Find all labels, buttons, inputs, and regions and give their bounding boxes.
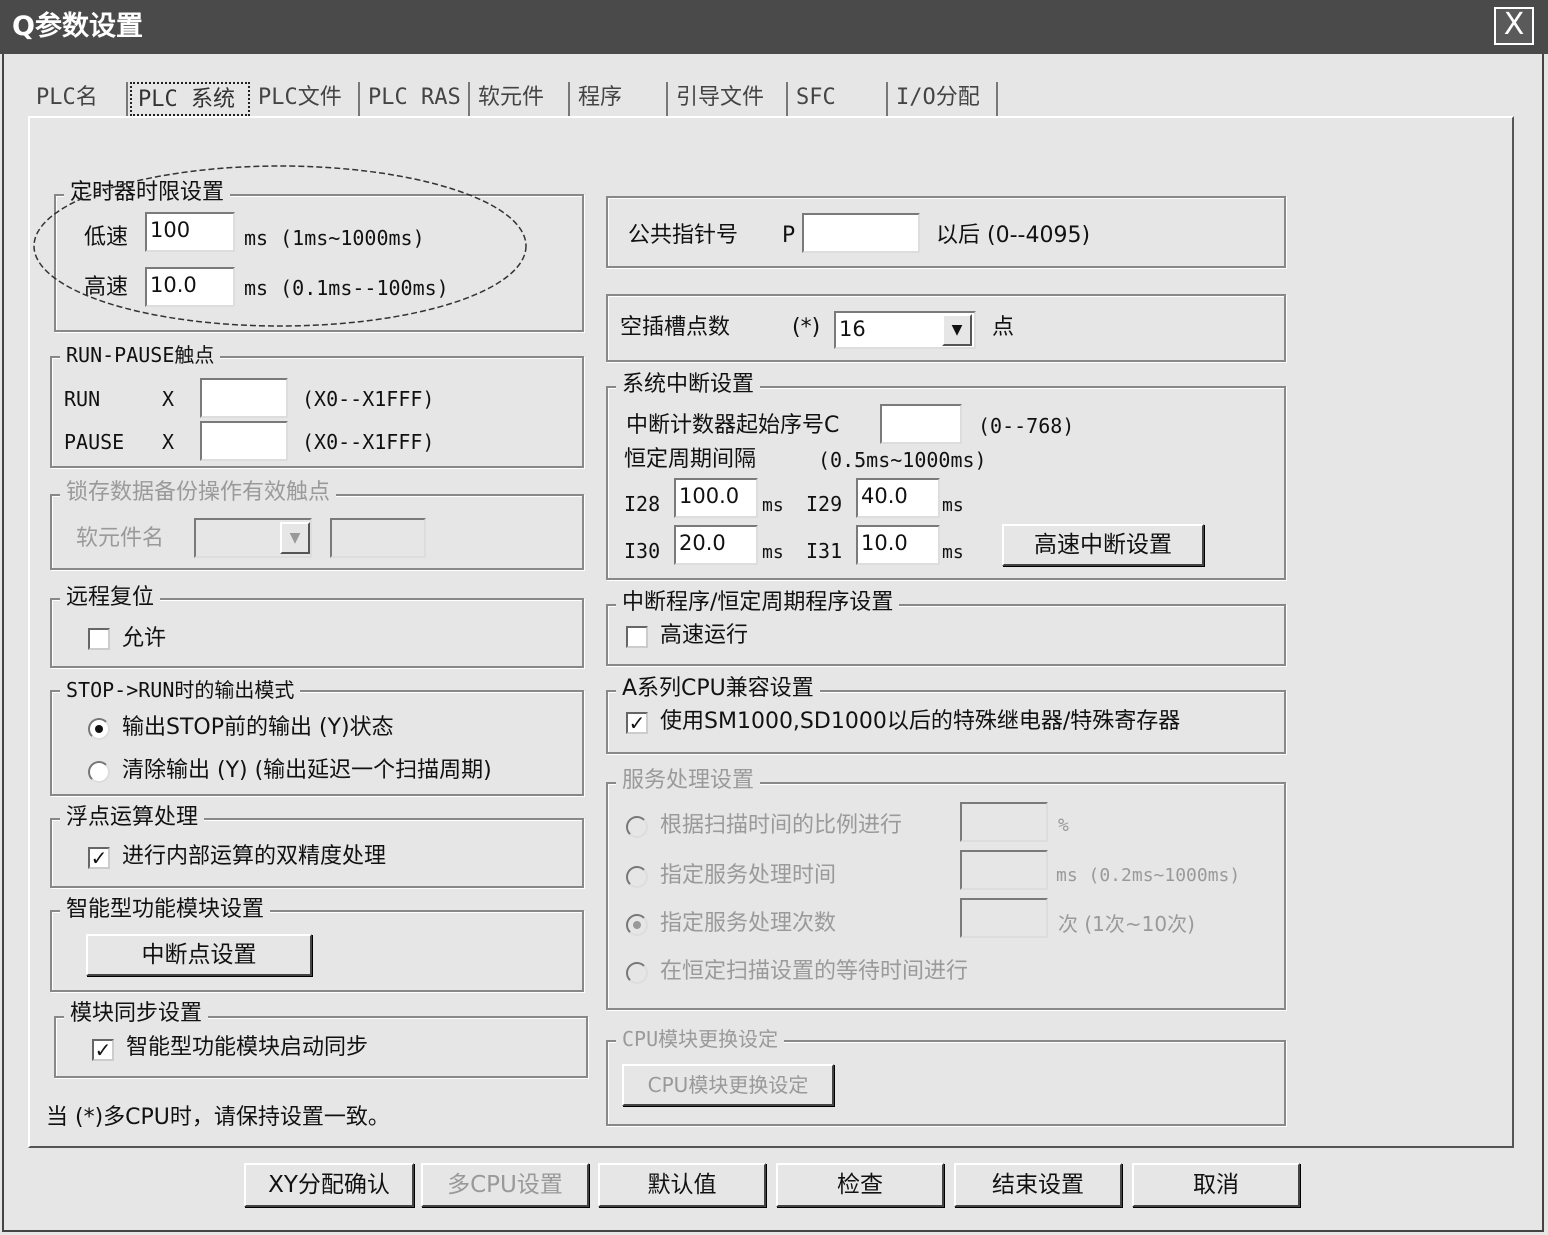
chevron-down-icon[interactable]: ▼ [280,522,310,554]
i28-ms: ms [762,495,784,516]
a-series-checkbox[interactable]: ✓ [626,712,648,734]
intelligent-title: 智能型功能模块设置 [60,897,271,923]
tab-sfc[interactable]: SFC [790,82,888,116]
window-title: Q参数设置 [12,11,143,42]
pause-label: PAUSE [64,430,125,454]
finish-settings-button[interactable]: 结束设置 [954,1163,1122,1207]
service-option-wait-label: 在恒定扫描设置的等待时间进行 [660,959,969,984]
high-speed-run-label: 高速运行 [660,623,749,648]
default-button[interactable]: 默认值 [598,1163,766,1207]
tab-boot-file[interactable]: 引导文件 [670,82,788,116]
high-speed-interrupt-button[interactable]: 高速中断设置 [1002,524,1204,566]
service-option-ratio[interactable] [626,816,648,838]
pause-x-label: X [162,430,175,454]
multi-cpu-note: 当 (*)多CPU时，请保持设置一致。 [46,1105,390,1130]
run-range: (X0--X1FFF) [302,387,435,411]
highlight-ellipse [33,165,527,327]
run-x-label: X [162,387,175,411]
stop-run-title: STOP->RUN时的输出模式 [60,677,301,703]
sync-option-label: 智能型功能模块启动同步 [126,1035,369,1060]
int-program-title: 中断程序/恒定周期程序设置 [616,590,900,616]
i29-input[interactable]: 40.0 [856,478,940,518]
a-series-title: A系列CPU兼容设置 [616,676,820,702]
remote-reset-checkbox[interactable] [88,628,110,650]
service-title: 服务处理设置 [616,768,761,794]
cancel-button[interactable]: 取消 [1132,1163,1300,1207]
pointer-range: 以后 (0--4095) [936,223,1091,248]
stop-run-option-keep[interactable] [88,718,110,740]
service-count-unit: 次 (1次~10次) [1058,912,1195,936]
i31-ms: ms [942,542,964,563]
pause-range: (X0--X1FFF) [302,430,435,454]
latch-device-number[interactable] [330,518,426,558]
service-ratio-unit: % [1058,815,1069,836]
stop-run-option-clear-label: 清除输出 (Y) (输出延迟一个扫描周期) [122,758,492,783]
i28-label: I28 [624,492,661,516]
tab-io-assignment[interactable]: I/O分配 [890,82,998,116]
close-button[interactable]: X [1494,7,1534,45]
tab-plc-file[interactable]: PLC文件 [252,82,360,116]
remote-reset-title: 远程复位 [60,585,161,611]
title-bar [0,0,1548,54]
float-checkbox[interactable]: ✓ [88,847,110,869]
interrupt-counter-input[interactable] [880,404,962,444]
run-pause-title: RUN-PAUSE触点 [60,342,221,368]
pointer-label: 公共指针号 [628,223,739,248]
service-count-input[interactable] [960,898,1048,938]
tab-program[interactable]: 程序 [572,82,668,116]
cpu-replace-button[interactable]: CPU模块更换设定 [622,1064,834,1106]
i28-input[interactable]: 100.0 [674,478,758,518]
empty-slot-unit: 点 [992,315,1015,340]
tab-device[interactable]: 软元件 [472,82,570,116]
pointer-input[interactable] [802,213,920,253]
check-button[interactable]: 检查 [776,1163,944,1207]
high-speed-run-checkbox[interactable] [626,626,648,648]
interrupt-title: 系统中断设置 [616,372,761,398]
service-option-wait[interactable] [626,962,648,984]
service-ratio-input[interactable] [960,802,1048,842]
service-time-input[interactable] [960,850,1048,890]
period-label: 恒定周期间隔 [624,447,757,472]
empty-slot-label: 空插槽点数 [620,315,731,340]
float-option-label: 进行内部运算的双精度处理 [122,844,387,869]
latch-title: 锁存数据备份操作有效触点 [60,480,337,506]
interrupt-counter-label: 中断计数器起始序号C [626,413,840,438]
a-series-label: 使用SM1000,SD1000以后的特殊继电器/特殊寄存器 [660,709,1181,734]
stop-run-option-keep-label: 输出STOP前的输出 (Y)状态 [122,715,394,740]
service-option-count[interactable] [626,914,648,936]
tab-plc-ras[interactable]: PLC RAS [362,82,470,116]
i30-label: I30 [624,539,661,563]
i31-input[interactable]: 10.0 [856,525,940,565]
service-option-count-label: 指定服务处理次数 [660,911,837,936]
period-range: (0.5ms~1000ms) [818,448,987,472]
tab-plc-system[interactable]: PLC 系统 [130,82,250,116]
pointer-p-label: P [782,223,796,248]
i29-label: I29 [806,492,843,516]
interrupt-counter-range: (0--768) [978,414,1075,438]
service-option-time[interactable] [626,866,648,888]
i29-ms: ms [942,495,964,516]
i31-label: I31 [806,539,843,563]
stop-run-option-clear[interactable] [88,761,110,783]
sync-title: 模块同步设置 [64,1001,209,1027]
service-option-time-label: 指定服务处理时间 [660,863,837,888]
empty-slot-star: (*) [792,315,821,340]
multi-cpu-button[interactable]: 多CPU设置 [421,1163,589,1207]
sync-checkbox[interactable]: ✓ [92,1039,114,1061]
latch-device-label: 软元件名 [76,526,165,551]
chevron-down-icon[interactable]: ▼ [942,314,972,346]
interrupt-point-button[interactable]: 中断点设置 [86,934,312,976]
xy-assignment-button[interactable]: XY分配确认 [244,1163,414,1207]
i30-ms: ms [762,542,784,563]
service-option-ratio-label: 根据扫描时间的比例进行 [660,813,903,838]
run-label: RUN [64,387,101,411]
remote-reset-allow-label: 允许 [122,626,167,651]
float-title: 浮点运算处理 [60,805,205,831]
service-time-unit: ms (0.2ms~1000ms) [1056,865,1241,886]
tab-plc-name[interactable]: PLC名 [30,82,128,116]
pause-input[interactable] [200,421,288,461]
i30-input[interactable]: 20.0 [674,525,758,565]
cpu-replace-title: CPU模块更换设定 [616,1026,785,1052]
run-input[interactable] [200,378,288,418]
